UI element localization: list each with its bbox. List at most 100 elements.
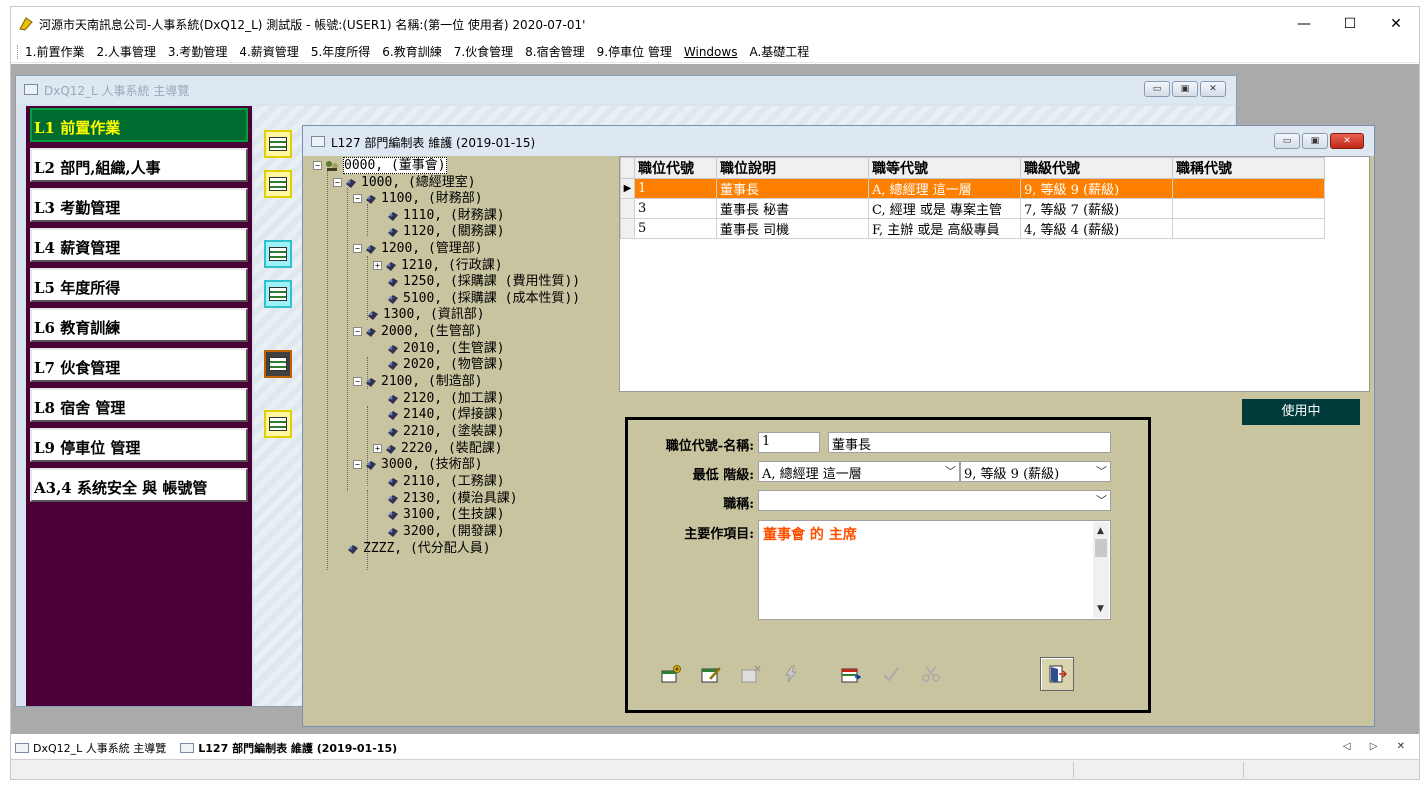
child-minimize-button[interactable]: ▭ [1274, 133, 1300, 149]
collapse-icon[interactable]: − [313, 161, 322, 170]
add-record-button[interactable] [654, 657, 688, 691]
print-record-button[interactable] [834, 657, 868, 691]
module-icon-6[interactable] [264, 410, 292, 438]
collapse-icon[interactable]: − [353, 194, 362, 203]
menu-attendance[interactable]: 3.考勤管理 [168, 43, 227, 60]
tree-node[interactable]: −3000, (技術部) [353, 456, 483, 473]
maximize-button[interactable]: ☐ [1327, 7, 1373, 41]
child-close-button[interactable]: ✕ [1330, 133, 1364, 149]
cell[interactable]: 4, 等級 4 (薪級) [1020, 218, 1173, 239]
edit-record-button[interactable] [694, 657, 728, 691]
cell[interactable]: C, 經理 或是 專案主管 [868, 198, 1021, 219]
tree-node[interactable]: −0000, (董事會) [313, 157, 447, 174]
collapse-icon[interactable]: − [353, 327, 362, 336]
cell[interactable]: 董事長 司機 [716, 218, 869, 239]
cell[interactable]: 1 [634, 178, 717, 199]
menu-pre-setup[interactable]: 1.前置作業 [25, 43, 84, 60]
cell[interactable]: 董事長 秘書 [716, 198, 869, 219]
menu-annual-income[interactable]: 5.年度所得 [311, 43, 370, 60]
col-header-title-code[interactable]: 職稱代號 [1172, 157, 1325, 179]
cell[interactable]: 7, 等級 7 (薪級) [1020, 198, 1173, 219]
tree-node[interactable]: +1210, (行政課) [373, 257, 503, 274]
tree-node[interactable]: 2210, (塗裝課) [387, 423, 505, 440]
menu-catering[interactable]: 7.伙食管理 [454, 43, 513, 60]
expand-icon[interactable]: + [373, 444, 382, 453]
tree-node[interactable]: 1120, (關務課) [387, 223, 505, 240]
scroll-up-icon[interactable]: ▲ [1097, 526, 1104, 536]
menu-payroll[interactable]: 4.薪資管理 [239, 43, 298, 60]
module-icon-3[interactable] [264, 240, 292, 268]
main-close-button[interactable]: ✕ [1200, 81, 1226, 97]
nav-l5-annual-income[interactable]: L5 年度所得 [30, 268, 248, 302]
cell[interactable]: 董事長 [716, 178, 869, 199]
module-icon-2[interactable] [264, 170, 292, 198]
tree-node[interactable]: 2010, (生管課) [387, 340, 505, 357]
cancel-button[interactable] [914, 657, 948, 691]
tree-node[interactable]: +2220, (裝配課) [373, 440, 503, 457]
menu-parking[interactable]: 9.停車位 管理 [597, 43, 672, 60]
delete-record-button[interactable] [734, 657, 768, 691]
collapse-icon[interactable]: − [353, 377, 362, 386]
expand-icon[interactable]: + [373, 261, 382, 270]
tree-node[interactable]: 1250, (採購課 (費用性質)) [387, 273, 580, 290]
nav-l2-department[interactable]: L2 部門,組織,人事 [30, 148, 248, 182]
cell[interactable] [1172, 178, 1325, 199]
nav-l6-training[interactable]: L6 教育訓練 [30, 308, 248, 342]
main-window-titlebar[interactable]: DxQ12_L 人事系統 主導覽 ▭ ▣ ✕ [16, 76, 1236, 104]
menu-training[interactable]: 6.教育訓練 [382, 43, 441, 60]
tree-node[interactable]: 2110, (工務課) [387, 473, 505, 490]
cell[interactable]: 9, 等級 9 (薪級) [1020, 178, 1173, 199]
module-icon-1[interactable] [264, 130, 292, 158]
nav-l8-dormitory[interactable]: L8 宿舍 管理 [30, 388, 248, 422]
refresh-button[interactable] [774, 657, 808, 691]
cell[interactable]: F, 主辦 或是 高級專員 [868, 218, 1021, 239]
table-row[interactable]: 5 董事長 司機 F, 主辦 或是 高級專員 4, 等級 4 (薪級) [620, 218, 1325, 239]
tree-node[interactable]: 2140, (焊接課) [387, 406, 505, 423]
nav-l3-attendance[interactable]: L3 考勤管理 [30, 188, 248, 222]
tree-node[interactable]: 2120, (加工課) [387, 390, 505, 407]
scroll-thumb[interactable] [1095, 539, 1107, 557]
cell[interactable]: 5 [634, 218, 717, 239]
tab-nav-controls[interactable]: ◁ ▷ ✕ [1343, 741, 1413, 752]
child-restore-button[interactable]: ▣ [1302, 133, 1328, 149]
tree-node[interactable]: 1300, (資訊部) [367, 306, 485, 323]
collapse-icon[interactable]: − [353, 244, 362, 253]
main-duty-textarea[interactable]: 董事會 的 主席 ▲ ▼ [758, 520, 1111, 620]
tree-node[interactable]: 2130, (模治具課) [387, 490, 518, 507]
table-row[interactable]: 3 董事長 秘書 C, 經理 或是 專案主管 7, 等級 7 (薪級) [620, 198, 1325, 219]
module-icon-5[interactable] [264, 350, 292, 378]
collapse-icon[interactable]: − [333, 178, 342, 187]
position-name-input[interactable]: 董事長 [828, 432, 1111, 453]
main-minimize-button[interactable]: ▭ [1144, 81, 1170, 97]
col-header-level-code[interactable]: 職級代號 [1020, 157, 1173, 179]
main-restore-button[interactable]: ▣ [1172, 81, 1198, 97]
col-header-position-desc[interactable]: 職位說明 [716, 157, 869, 179]
cell[interactable]: A, 總經理 這一層 [868, 178, 1021, 199]
tree-node[interactable]: −1200, (管理部) [353, 240, 483, 257]
tree-node[interactable]: 3100, (生技課) [387, 506, 505, 523]
module-icon-4[interactable] [264, 280, 292, 308]
tree-node[interactable]: −1000, (總經理室) [333, 174, 476, 191]
menu-hr-management[interactable]: 2.人事管理 [96, 43, 155, 60]
close-button[interactable]: ✕ [1373, 7, 1419, 41]
nav-l4-payroll[interactable]: L4 薪資管理 [30, 228, 248, 262]
tree-node[interactable]: 1110, (財務課) [387, 207, 505, 224]
tree-node[interactable]: 5100, (採購課 (成本性質)) [387, 290, 580, 307]
cell[interactable]: 3 [634, 198, 717, 219]
tree-node[interactable]: 3200, (開發課) [387, 523, 505, 540]
tree-node[interactable]: −2000, (生管部) [353, 323, 483, 340]
nav-l1-pre-setup[interactable]: L1 前置作業 [30, 108, 248, 142]
cell[interactable] [1172, 218, 1325, 239]
table-row[interactable]: ▶ 1 董事長 A, 總經理 這一層 9, 等級 9 (薪級) [620, 178, 1325, 199]
tree-node[interactable]: −1100, (財務部) [353, 190, 483, 207]
menu-windows[interactable]: Windows [684, 45, 738, 59]
tab-main-navigation[interactable]: DxQ12_L 人事系統 主導覽 [15, 740, 166, 756]
tree-node[interactable]: ZZZZ, (代分配人員) [347, 540, 491, 557]
menu-dormitory[interactable]: 8.宿舍管理 [525, 43, 584, 60]
tree-node[interactable]: 2020, (物管課) [387, 356, 505, 373]
scroll-down-icon[interactable]: ▼ [1097, 604, 1104, 614]
nav-l7-catering[interactable]: L7 伙食管理 [30, 348, 248, 382]
grade-select[interactable]: A, 總經理 這一層 ﹀ [758, 461, 960, 482]
cell[interactable] [1172, 198, 1325, 219]
col-header-grade-code[interactable]: 職等代號 [868, 157, 1021, 179]
